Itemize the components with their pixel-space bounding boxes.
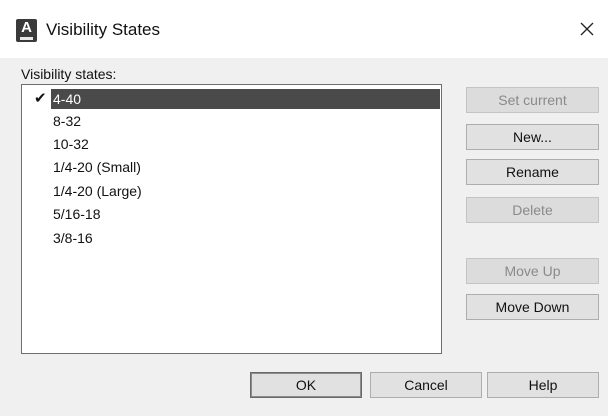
list-item-label: 4-40 (53, 91, 82, 107)
move-down-button[interactable]: Move Down (466, 294, 599, 320)
app-icon-letter: A (21, 19, 32, 36)
help-button[interactable]: Help (487, 372, 599, 398)
set-current-button[interactable]: Set current (466, 87, 599, 113)
list-item-label: 3/8-16 (53, 230, 93, 246)
cancel-button[interactable]: Cancel (370, 372, 482, 398)
visibility-states-label: Visibility states: (21, 66, 117, 82)
autocad-app-icon: A (16, 19, 37, 42)
list-item-label: 5/16-18 (53, 206, 101, 222)
checkmark-icon: ✔ (34, 90, 47, 107)
visibility-states-dialog: A Visibility States Visibility states: ✔… (0, 0, 608, 416)
list-item[interactable]: 8-32 (24, 110, 440, 132)
rename-button[interactable]: Rename (466, 159, 599, 185)
close-button[interactable] (570, 12, 604, 46)
list-item[interactable]: ✔ 4-40 (24, 88, 440, 110)
move-up-button[interactable]: Move Up (466, 258, 599, 284)
dialog-title: Visibility States (46, 20, 161, 39)
list-item[interactable]: 1/4-20 (Large) (24, 180, 440, 202)
delete-button[interactable]: Delete (466, 197, 599, 223)
title-bar: A Visibility States (0, 0, 608, 58)
list-item[interactable]: 1/4-20 (Small) (24, 156, 440, 178)
list-item[interactable]: 5/16-18 (24, 203, 440, 225)
list-item-label: 8-32 (53, 113, 82, 129)
ok-button[interactable]: OK (250, 372, 362, 398)
list-item[interactable]: 10-32 (24, 133, 440, 155)
list-item[interactable]: 3/8-16 (24, 227, 440, 249)
close-icon (580, 22, 594, 36)
list-item-label: 10-32 (53, 136, 89, 152)
list-item-label: 1/4-20 (Small) (53, 159, 141, 175)
list-item-label: 1/4-20 (Large) (53, 183, 142, 199)
new-button[interactable]: New... (466, 124, 599, 150)
visibility-states-list[interactable]: ✔ 4-40 8-32 10-32 1/4-20 (Small) 1/4-20 … (21, 84, 442, 354)
